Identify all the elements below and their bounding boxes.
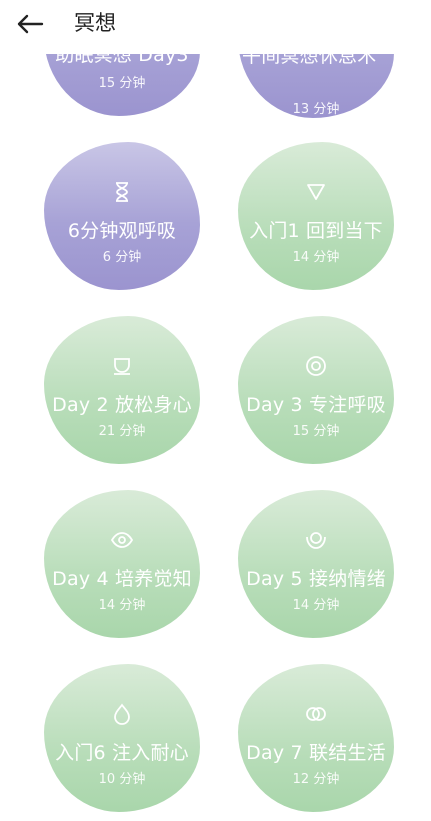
hourglass-icon bbox=[116, 182, 128, 202]
card-duration: 15 分钟 bbox=[292, 424, 340, 439]
bowl-icon bbox=[306, 532, 326, 549]
card-title: Day 3 专注呼吸 bbox=[246, 394, 386, 416]
page-title: 冥想 bbox=[74, 11, 116, 35]
back-arrow-icon bbox=[17, 14, 44, 34]
card-title: Day 4 培养觉知 bbox=[52, 568, 192, 590]
card-duration: 13 分钟 bbox=[292, 102, 340, 117]
card-duration: 14 分钟 bbox=[98, 598, 146, 613]
card-title: 6分钟观呼吸 bbox=[67, 220, 177, 242]
meditation-card[interactable]: Day 4 培养觉知 14 分钟 bbox=[44, 490, 200, 638]
back-button[interactable] bbox=[14, 10, 46, 38]
card-duration: 12 分钟 bbox=[292, 772, 340, 787]
meditation-card[interactable]: Day 3 专注呼吸 15 分钟 bbox=[238, 316, 394, 464]
card-duration: 6 分钟 bbox=[102, 250, 142, 265]
cup-icon bbox=[114, 358, 130, 375]
card-title: Day 7 联结生活 bbox=[246, 742, 386, 764]
target-icon bbox=[306, 356, 326, 376]
rings-icon bbox=[306, 707, 326, 721]
meditation-card[interactable]: Day 7 联结生活 12 分钟 bbox=[238, 664, 394, 812]
meditation-card[interactable]: 6分钟观呼吸 6 分钟 bbox=[44, 142, 200, 290]
card-title: 入门6 注入耐心 bbox=[55, 742, 189, 764]
card-duration: 14 分钟 bbox=[292, 250, 340, 265]
card-duration: 21 分钟 bbox=[98, 424, 146, 439]
card-duration: 15 分钟 bbox=[98, 76, 146, 91]
card-title: 入门1 回到当下 bbox=[249, 220, 383, 242]
card-title: Day 5 接纳情绪 bbox=[246, 568, 386, 590]
card-duration: 10 分钟 bbox=[98, 772, 146, 787]
card-title: Day 2 放松身心 bbox=[52, 394, 192, 416]
meditation-card[interactable]: 入门6 注入耐心 10 分钟 bbox=[44, 664, 200, 812]
triangle-icon bbox=[307, 184, 325, 200]
meditation-card[interactable]: Day 2 放松身心 21 分钟 bbox=[44, 316, 200, 464]
drop-icon bbox=[114, 703, 130, 725]
meditation-card[interactable]: Day 5 接纳情绪 14 分钟 bbox=[238, 490, 394, 638]
meditation-card[interactable]: 入门1 回到当下 14 分钟 bbox=[238, 142, 394, 290]
top-bar: 冥想 bbox=[0, 0, 431, 54]
card-duration: 14 分钟 bbox=[292, 598, 340, 613]
eye-icon bbox=[110, 532, 134, 548]
meditation-grid: 助眠冥想 Day3 15 分钟 午间冥想休息术 13 分钟 6分钟观呼吸 6 分… bbox=[0, 0, 431, 821]
